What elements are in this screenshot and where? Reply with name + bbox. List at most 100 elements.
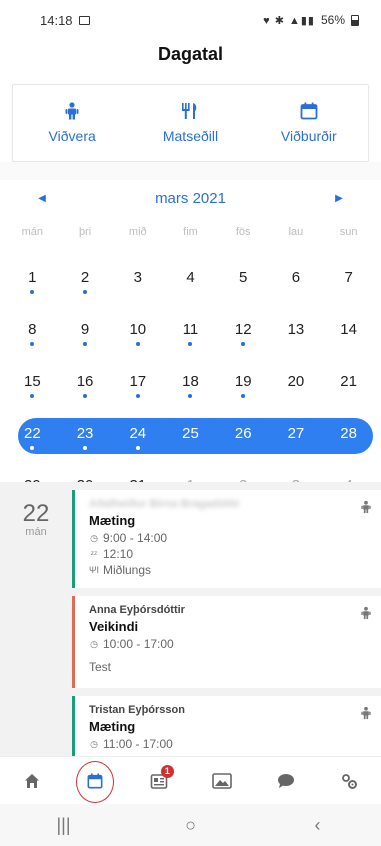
calendar-day[interactable]: 18: [164, 364, 217, 400]
home-icon: [24, 773, 39, 788]
calendar-day[interactable]: 12: [217, 312, 270, 348]
calendar-day[interactable]: 4: [164, 260, 217, 296]
calendar-day[interactable]: 23: [59, 416, 112, 452]
calendar-day-number: 16: [76, 373, 94, 390]
clock-icon: ◷: [90, 533, 98, 543]
event-type: Veikindi: [89, 619, 139, 634]
calendar-day-number: 26: [234, 425, 252, 442]
calendar-day[interactable]: 2: [59, 260, 112, 296]
next-month-arrow-icon[interactable]: ▶: [331, 193, 347, 204]
calendar-day-number: 4: [186, 269, 195, 286]
nav-messages[interactable]: [266, 761, 306, 801]
calendar-day-number: 21: [340, 373, 357, 390]
status-time: 14:18: [40, 12, 73, 28]
calendar-day[interactable]: 14: [322, 312, 375, 348]
calendar-day[interactable]: 9: [59, 312, 112, 348]
event-indicator-dot: [30, 394, 35, 398]
event-indicator-dot: [30, 290, 35, 294]
weekday-label: sun: [339, 226, 358, 238]
calendar-day[interactable]: 17: [111, 364, 164, 400]
calendar-day-number: 2: [80, 269, 90, 286]
event-indicator-dot: [135, 342, 140, 346]
calendar-day[interactable]: 7: [322, 260, 375, 296]
recents-button[interactable]: |||: [34, 815, 94, 836]
calendar-day-number: 14: [340, 321, 357, 338]
quick-link-events[interactable]: Viðburðir: [259, 102, 359, 144]
calendar-day[interactable]: 22: [6, 416, 59, 452]
quick-link-attendance[interactable]: Viðvera: [22, 102, 122, 144]
person-icon: [361, 706, 371, 720]
calendar-day-number: 9: [80, 321, 90, 338]
calendar-day[interactable]: 3: [111, 260, 164, 296]
calendar-day[interactable]: 16: [59, 364, 112, 400]
battery-percent: 56%: [320, 13, 345, 27]
calendar-day[interactable]: 13: [270, 312, 323, 348]
calendar-day-number: 11: [182, 321, 199, 338]
clock-icon: ◷: [90, 739, 98, 749]
person-icon: [361, 606, 371, 620]
calendar-day-number: 27: [287, 425, 305, 442]
prev-month-arrow-icon[interactable]: ◀: [34, 193, 50, 204]
calendar-day[interactable]: 11: [164, 312, 217, 348]
signal-icons: ♥ ✱ ▲▮▮: [263, 14, 315, 27]
quick-link-label: Viðvera: [48, 128, 96, 144]
calendar-day-number: 23: [76, 425, 94, 442]
event-card[interactable]: Anna Eyþórsdóttir Veikindi ◷ 10:00 - 17:…: [72, 596, 381, 688]
calendar-day[interactable]: 26: [217, 416, 270, 452]
calendar-day-number: 20: [287, 373, 305, 390]
calendar-day[interactable]: 24: [111, 416, 164, 452]
event-card[interactable]: Aðalheiður Birna Bragadóttir Mæting ◷ 9:…: [72, 490, 381, 588]
calendar-week: 8 9 10 11 12 13 14: [6, 304, 375, 356]
nav-news[interactable]: 1: [139, 761, 179, 801]
nav-calendar[interactable]: [75, 760, 115, 803]
calendar-day-number: 12: [234, 321, 252, 338]
calendar-day[interactable]: 1: [6, 260, 59, 296]
calendar-day[interactable]: 8: [6, 312, 59, 348]
calendar-day[interactable]: 28: [322, 416, 375, 452]
back-button[interactable]: ‹: [288, 815, 348, 836]
calendar-day[interactable]: 27: [270, 416, 323, 452]
gallery-notification-icon: [78, 15, 90, 25]
calendar-week-selected: 22 23 24 25 26 27 28: [6, 408, 375, 460]
weekday-header: mán þri mið fim fös lau sun: [6, 226, 375, 238]
status-bar: 14:18 ♥ ✱ ▲▮▮ 56%: [0, 0, 381, 40]
event-card[interactable]: Tristan Eyþórsson Mæting ◷ 11:00 - 17:00: [72, 696, 381, 756]
event-meal-text: Miðlungs: [103, 563, 152, 577]
calendar-day-number: 25: [182, 425, 199, 442]
event-indicator-dot: [83, 394, 88, 398]
event-indicator-dot: [83, 290, 88, 294]
calendar-day-number: 17: [129, 373, 147, 390]
calendar-day[interactable]: 25: [164, 416, 217, 452]
events-area: 22 mán Aðalheiður Birna Bragadóttir Mæti…: [0, 482, 381, 756]
event-note: Test: [89, 660, 112, 674]
calendar-day-number: 8: [28, 321, 37, 338]
settings-icon: [342, 773, 358, 789]
event-type: Mæting: [89, 719, 136, 734]
event-child-name: Tristan Eyþórsson: [89, 704, 185, 716]
event-indicator-dot: [83, 446, 88, 450]
calendar-icon: [300, 102, 318, 120]
bottom-nav: 1: [0, 756, 381, 804]
event-indicator-dot: [135, 394, 140, 398]
nav-gallery[interactable]: [202, 761, 242, 801]
calendar-day[interactable]: 10: [111, 312, 164, 348]
calendar-day[interactable]: 5: [217, 260, 270, 296]
event-time: ◷ 9:00 - 14:00: [89, 530, 355, 546]
home-button[interactable]: ○: [161, 815, 221, 836]
calendar-day-number: 18: [182, 373, 199, 390]
quick-link-menu[interactable]: Matseðill: [140, 102, 240, 144]
calendar-day[interactable]: 19: [217, 364, 270, 400]
system-nav-bar: ||| ○ ‹: [0, 804, 381, 846]
calendar-day[interactable]: 15: [6, 364, 59, 400]
calendar-day-number: 15: [24, 373, 41, 390]
calendar-grid: 1 2 3 4 5 6 7 8 9 10 11 12 13 14 15 16 17 18 19 20 21 22 23 24 2…: [6, 252, 375, 512]
month-label[interactable]: mars 2021: [155, 190, 226, 207]
event-time-text: 9:00 - 14:00: [103, 531, 168, 545]
calendar-icon: [87, 772, 103, 788]
calendar-day[interactable]: 21: [322, 364, 375, 400]
weekday-label: mið: [128, 226, 147, 238]
calendar-day[interactable]: 20: [270, 364, 323, 400]
nav-settings[interactable]: [329, 761, 369, 801]
nav-home[interactable]: [12, 761, 52, 801]
calendar-day[interactable]: 6: [270, 260, 323, 296]
